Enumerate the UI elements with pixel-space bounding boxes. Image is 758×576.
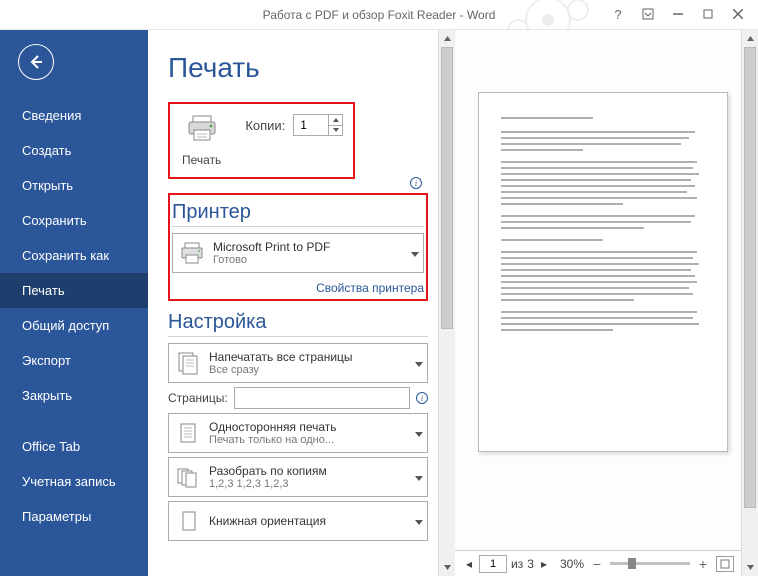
- sidebar-item-officetab[interactable]: Office Tab: [0, 429, 148, 464]
- page-title: Печать: [168, 52, 428, 84]
- collate-icon: [175, 464, 201, 490]
- print-toolbar: Печать Копии: 1: [168, 102, 355, 179]
- printer-status: Готово: [213, 254, 405, 266]
- zoom-level: 30%: [560, 557, 584, 571]
- scroll-down[interactable]: [439, 559, 455, 576]
- pages-icon: [175, 350, 201, 376]
- back-button[interactable]: [18, 44, 54, 80]
- window-title: Работа с PDF и обзор Foxit Reader - Word: [263, 8, 496, 22]
- printer-heading: Принтер: [172, 201, 424, 224]
- sidebar-item-open[interactable]: Открыть: [0, 168, 148, 203]
- copies-decrease[interactable]: [329, 126, 342, 136]
- scroll-down[interactable]: [742, 559, 758, 576]
- pages-input[interactable]: [234, 387, 410, 409]
- fit-page-button[interactable]: [716, 556, 734, 572]
- copies-input[interactable]: 1: [293, 114, 343, 136]
- printer-icon: [179, 240, 205, 266]
- help-button[interactable]: ?: [604, 4, 632, 24]
- sidebar-item-saveas[interactable]: Сохранить как: [0, 238, 148, 273]
- minimize-button[interactable]: [664, 4, 692, 24]
- scroll-up[interactable]: [742, 30, 758, 47]
- printer-properties-link[interactable]: Свойства принтера: [316, 281, 424, 295]
- chevron-down-icon: [415, 512, 423, 530]
- close-button[interactable]: [724, 4, 752, 24]
- duplex-icon: [175, 420, 201, 446]
- prev-page-button[interactable]: ◂: [463, 557, 475, 571]
- page-total: 3: [527, 557, 534, 571]
- copies-increase[interactable]: [329, 115, 342, 126]
- print-preview-page: [478, 92, 728, 452]
- info-icon[interactable]: i: [410, 177, 422, 189]
- print-range-dropdown[interactable]: Напечатать все страницы Все сразу: [168, 343, 428, 383]
- sidebar-item-print[interactable]: Печать: [0, 273, 148, 308]
- sidebar-item-save[interactable]: Сохранить: [0, 203, 148, 238]
- sidebar-item-account[interactable]: Учетная запись: [0, 464, 148, 499]
- sidebar-item-info[interactable]: Сведения: [0, 98, 148, 133]
- next-page-button[interactable]: ▸: [538, 557, 550, 571]
- print-button-label: Печать: [182, 153, 221, 167]
- maximize-button[interactable]: [694, 4, 722, 24]
- sidebar-item-share[interactable]: Общий доступ: [0, 308, 148, 343]
- backstage-sidebar: Сведения Создать Открыть Сохранить Сохра…: [0, 30, 148, 576]
- preview-statusbar: ◂ из 3 ▸ 30% − +: [455, 550, 741, 576]
- pages-label: Страницы:: [168, 391, 228, 405]
- settings-scrollbar[interactable]: [438, 30, 455, 576]
- orientation-icon: [175, 508, 201, 534]
- sidebar-item-close[interactable]: Закрыть: [0, 378, 148, 413]
- chevron-down-icon: [415, 468, 423, 486]
- info-icon[interactable]: i: [416, 392, 428, 404]
- scroll-thumb[interactable]: [441, 47, 453, 329]
- chevron-down-icon: [411, 244, 419, 262]
- chevron-down-icon: [415, 354, 423, 372]
- duplex-dropdown[interactable]: Односторонняя печать Печать только на од…: [168, 413, 428, 453]
- preview-scrollbar[interactable]: [741, 30, 758, 576]
- collate-dropdown[interactable]: Разобрать по копиям 1,2,3 1,2,3 1,2,3: [168, 457, 428, 497]
- orientation-dropdown[interactable]: Книжная ориентация: [168, 501, 428, 541]
- printer-dropdown[interactable]: Microsoft Print to PDF Готово: [172, 233, 424, 273]
- print-button[interactable]: Печать: [176, 110, 227, 171]
- sidebar-item-export[interactable]: Экспорт: [0, 343, 148, 378]
- zoom-in-button[interactable]: +: [698, 559, 708, 569]
- printer-icon: [185, 114, 219, 147]
- page-number-input[interactable]: [479, 555, 507, 573]
- settings-heading: Настройка: [168, 311, 428, 334]
- scroll-up[interactable]: [439, 30, 455, 47]
- zoom-thumb[interactable]: [628, 558, 636, 569]
- page-of-label: из: [511, 557, 523, 571]
- printer-name: Microsoft Print to PDF: [213, 240, 405, 254]
- sidebar-item-options[interactable]: Параметры: [0, 499, 148, 534]
- zoom-slider[interactable]: [610, 562, 690, 565]
- ribbon-options-button[interactable]: [634, 4, 662, 24]
- printer-section: i Принтер Microsoft Print to PDF Готово …: [168, 193, 428, 301]
- copies-label: Копии:: [245, 118, 285, 133]
- scroll-thumb[interactable]: [744, 47, 756, 508]
- sidebar-item-new[interactable]: Создать: [0, 133, 148, 168]
- zoom-out-button[interactable]: −: [592, 559, 602, 569]
- chevron-down-icon: [415, 424, 423, 442]
